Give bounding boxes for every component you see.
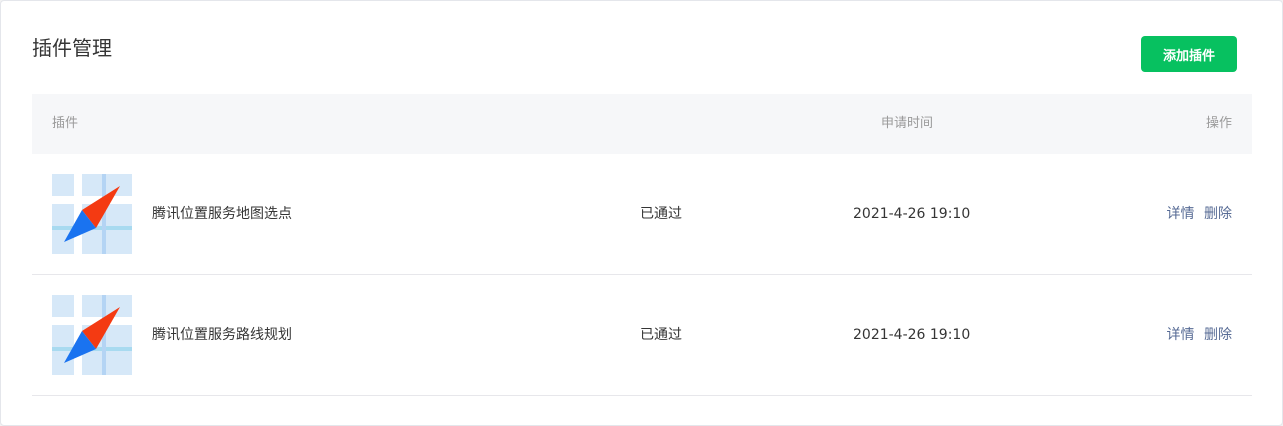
table-header: 插件 申请时间 操作	[32, 94, 1252, 154]
delete-link[interactable]: 删除	[1204, 327, 1232, 343]
status-text: 已通过	[640, 206, 682, 222]
table-row: 腾讯位置服务路线规划 已通过 2021-4-26 19:10 详情 删除	[32, 275, 1252, 396]
column-header-plugin: 插件	[52, 116, 79, 131]
apply-time: 2021-4-26 19:10	[853, 206, 971, 222]
status-text: 已通过	[640, 327, 682, 343]
column-header-time: 申请时间	[881, 116, 934, 131]
row-actions: 详情 删除	[1167, 275, 1232, 395]
apply-time: 2021-4-26 19:10	[853, 327, 971, 343]
add-plugin-button[interactable]: 添加插件	[1141, 36, 1237, 72]
detail-link[interactable]: 详情	[1167, 327, 1195, 343]
plugin-management-card: 插件管理 添加插件 插件 申请时间 操作 腾讯位置服务地图选点 已通过 2021…	[0, 0, 1283, 426]
table-row: 腾讯位置服务地图选点 已通过 2021-4-26 19:10 详情 删除	[32, 154, 1252, 275]
page-title: 插件管理	[32, 36, 112, 60]
map-compass-icon	[52, 174, 132, 254]
detail-link[interactable]: 详情	[1167, 206, 1195, 222]
map-compass-icon	[52, 295, 132, 375]
delete-link[interactable]: 删除	[1204, 206, 1232, 222]
row-actions: 详情 删除	[1167, 154, 1232, 274]
plugin-name: 腾讯位置服务路线规划	[152, 327, 292, 343]
column-header-action: 操作	[1205, 116, 1232, 131]
plugin-table: 插件 申请时间 操作 腾讯位置服务地图选点 已通过 2021-4-26 19:1…	[32, 94, 1252, 396]
plugin-name: 腾讯位置服务地图选点	[152, 206, 292, 222]
